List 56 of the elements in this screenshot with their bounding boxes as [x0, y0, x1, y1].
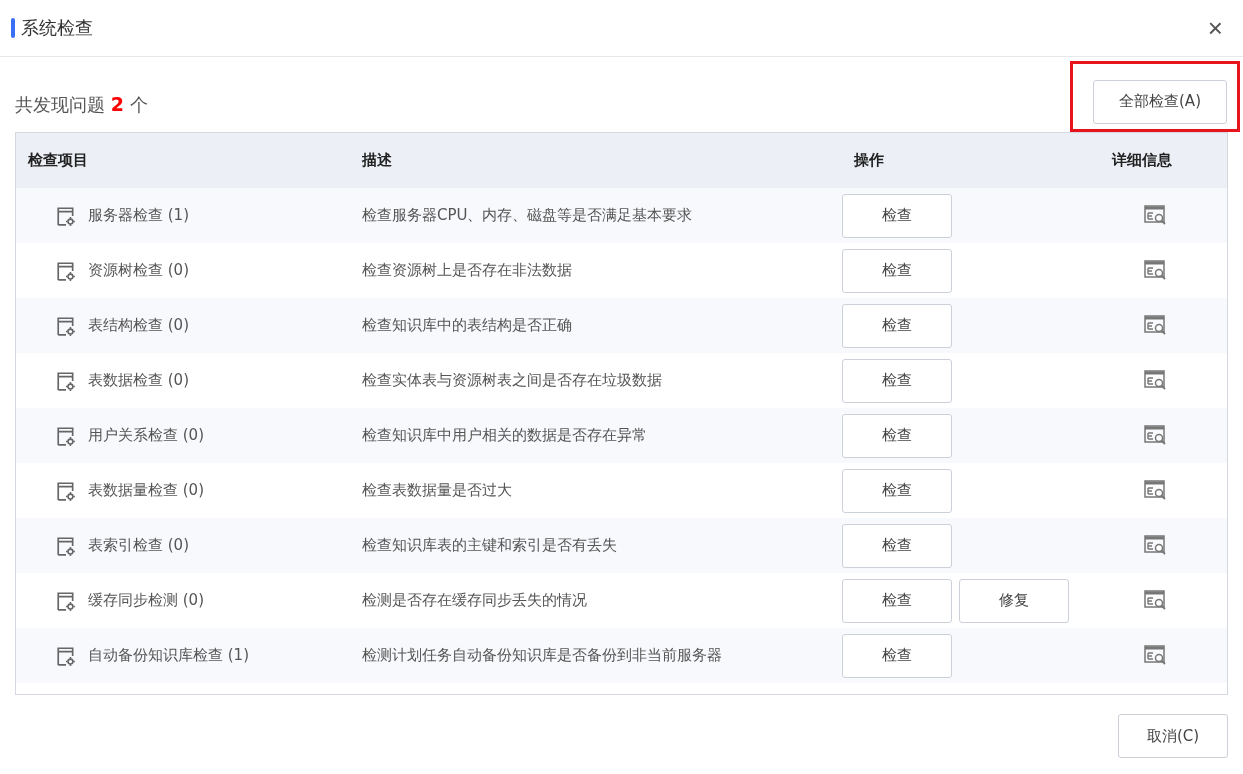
action-button[interactable]: 检查: [842, 358, 952, 403]
details-icon[interactable]: [1144, 534, 1168, 557]
details-icon[interactable]: [1144, 644, 1168, 667]
check-item-name: 表数据量检查 (0): [88, 481, 204, 500]
description-cell-text: 检查知识库中的表结构是否正确: [362, 316, 573, 335]
check-item-name: 服务器检查 (1): [88, 206, 189, 225]
column-header: 详细信息: [1112, 151, 1173, 170]
dialog-title: 系统检查: [21, 16, 94, 40]
window-gear-icon: [56, 535, 76, 556]
action-button[interactable]: 检查: [842, 468, 952, 513]
details-icon[interactable]: [1144, 589, 1168, 612]
column-header: 检查项目: [26, 151, 89, 170]
action-button[interactable]: 检查: [842, 193, 952, 238]
check-item-name: 表结构检查 (0): [88, 316, 189, 335]
title-accent: [11, 18, 15, 38]
window-gear-icon: [56, 590, 76, 611]
action-button[interactable]: 检查: [842, 413, 952, 458]
description-cell-text: 检查实体表与资源树表之间是否存在垃圾数据: [362, 371, 663, 390]
description-cell-text: 检测计划任务自动备份知识库是否备份到非当前服务器: [362, 646, 723, 665]
issue-summary: 共发现问题 2 个: [15, 93, 148, 117]
check-item-name: 自动备份知识库检查 (1): [88, 646, 249, 665]
check-item-name: 表索引检查 (0): [88, 536, 189, 555]
check-item-name: 用户关系检查 (0): [88, 426, 204, 445]
action-button[interactable]: 检查: [842, 523, 952, 568]
description-cell-text: 检查知识库中用户相关的数据是否存在异常: [362, 426, 648, 445]
details-icon[interactable]: [1144, 204, 1168, 227]
check-all-button[interactable]: 全部检查(A): [1093, 79, 1227, 124]
column-header: 描述: [362, 151, 393, 170]
action-button[interactable]: 检查: [842, 303, 952, 348]
window-gear-icon: [56, 425, 76, 446]
window-gear-icon: [56, 205, 76, 226]
window-gear-icon: [56, 480, 76, 501]
details-icon[interactable]: [1144, 479, 1168, 502]
window-gear-icon: [56, 645, 76, 666]
details-icon[interactable]: [1144, 314, 1168, 337]
action-button[interactable]: 检查: [842, 248, 952, 293]
window-gear-icon: [56, 260, 76, 281]
action-button[interactable]: 检查: [842, 578, 952, 623]
description-cell-text: 检查知识库表的主键和索引是否有丢失: [362, 536, 618, 555]
description-cell-text: 检查服务器CPU、内存、磁盘等是否满足基本要求: [362, 206, 694, 225]
details-icon[interactable]: [1144, 259, 1168, 282]
details-icon[interactable]: [1144, 424, 1168, 447]
cancel-button[interactable]: 取消(C): [1118, 714, 1228, 758]
column-header: 操作: [853, 151, 885, 170]
description-cell-text: 检查资源树上是否存在非法数据: [362, 261, 573, 280]
window-gear-icon: [56, 315, 76, 336]
window-gear-icon: [56, 370, 76, 391]
check-item-name: 表数据检查 (0): [88, 371, 189, 390]
action-button[interactable]: 检查: [842, 633, 952, 678]
check-item-name: 缓存同步检测 (0): [88, 591, 204, 610]
close-button[interactable]: ×: [1201, 15, 1229, 41]
description-cell-text: 检查表数据量是否过大: [362, 481, 513, 500]
check-item-name: 资源树检查 (0): [88, 261, 189, 280]
description-cell-text: 检测是否存在缓存同步丢失的情况: [362, 591, 588, 610]
action-button[interactable]: 修复: [959, 578, 1069, 623]
details-icon[interactable]: [1144, 369, 1168, 392]
